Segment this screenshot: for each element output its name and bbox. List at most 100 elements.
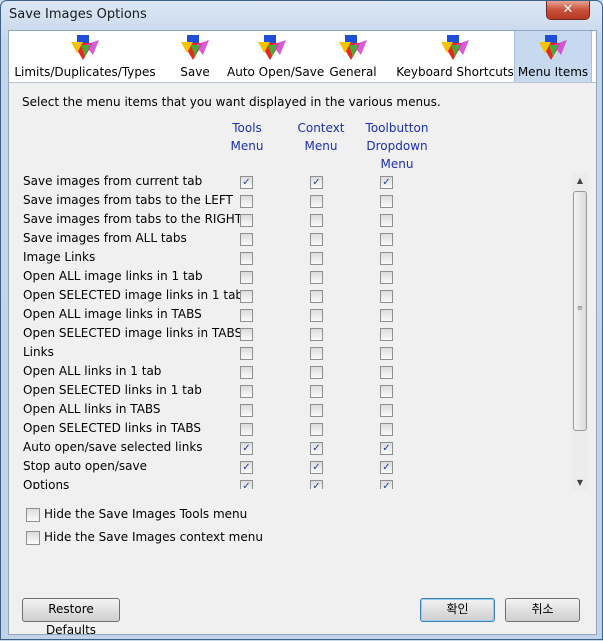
- save-images-icon: [536, 33, 570, 63]
- toolbutton-menu-checkbox[interactable]: [380, 195, 393, 208]
- column-header-line: Toolbutton: [365, 121, 429, 135]
- tools-menu-checkbox[interactable]: [240, 328, 253, 341]
- context-menu-checkbox[interactable]: ✓: [310, 176, 323, 189]
- context-menu-checkbox[interactable]: [310, 309, 323, 322]
- column-header-line: Menu: [304, 139, 338, 153]
- tab-auto-open-save[interactable]: Auto Open/Save: [227, 31, 324, 82]
- menu-item-label: Links: [23, 345, 54, 359]
- toolbutton-menu-checkbox[interactable]: [380, 328, 393, 341]
- tools-menu-checkbox[interactable]: [240, 404, 253, 417]
- toolbutton-menu-checkbox[interactable]: [380, 404, 393, 417]
- context-menu-checkbox[interactable]: [310, 271, 323, 284]
- tools-menu-checkbox[interactable]: [240, 309, 253, 322]
- toolbutton-menu-checkbox[interactable]: [380, 347, 393, 360]
- hide-context-menu-checkbox[interactable]: [26, 531, 40, 545]
- tools-menu-checkbox[interactable]: [240, 366, 253, 379]
- tools-menu-checkbox[interactable]: [240, 423, 253, 436]
- menu-item-row: Open ALL image links in 1 tab: [22, 267, 572, 286]
- grip-icon: ≡: [577, 304, 583, 312]
- toolbutton-menu-checkbox[interactable]: ✓: [380, 176, 393, 189]
- tools-menu-checkbox[interactable]: [240, 347, 253, 360]
- toolbutton-menu-checkbox[interactable]: [380, 366, 393, 379]
- context-menu-checkbox[interactable]: ✓: [310, 480, 323, 489]
- tools-menu-checkbox[interactable]: [240, 233, 253, 246]
- menu-item-row: Open SELECTED image links in 1 tab: [22, 286, 572, 305]
- cancel-button[interactable]: 취소: [505, 598, 580, 622]
- tab-limits-duplicates-types[interactable]: Limits/Duplicates/Types: [14, 31, 156, 82]
- tools-menu-checkbox[interactable]: ✓: [240, 176, 253, 189]
- menu-item-row: Open ALL links in 1 tab: [22, 362, 572, 381]
- menu-item-label: Auto open/save selected links: [23, 440, 203, 454]
- menu-item-row: Image Links: [22, 248, 572, 267]
- menu-item-label: Save images from ALL tabs: [23, 231, 187, 245]
- close-button[interactable]: ✕: [546, 1, 590, 20]
- menu-items-panel: Select the menu items that you want disp…: [9, 83, 596, 637]
- context-menu-checkbox[interactable]: [310, 214, 323, 227]
- tab-save[interactable]: Save: [163, 31, 227, 82]
- menu-item-label: Save images from current tab: [23, 174, 203, 188]
- toolbutton-menu-checkbox[interactable]: [380, 385, 393, 398]
- tools-menu-checkbox[interactable]: [240, 195, 253, 208]
- scroll-up-icon[interactable]: ▲: [572, 173, 588, 188]
- tab-general[interactable]: General: [319, 31, 387, 82]
- tools-menu-checkbox[interactable]: ✓: [240, 442, 253, 455]
- menu-item-row: Open SELECTED links in 1 tab: [22, 381, 572, 400]
- column-header-line: Menu: [380, 157, 414, 171]
- options-window: Save Images Options ✕ Limits/Duplicates/…: [0, 0, 603, 640]
- context-menu-checkbox[interactable]: [310, 290, 323, 303]
- toolbutton-menu-checkbox[interactable]: [380, 290, 393, 303]
- tools-menu-checkbox[interactable]: [240, 214, 253, 227]
- tab-label: Limits/Duplicates/Types: [14, 65, 156, 79]
- menu-items-list: Save images from current tab ✓ ✓ ✓ Save imag…: [22, 172, 583, 489]
- menu-item-label: Open SELECTED links in TABS: [23, 421, 201, 435]
- save-images-icon: [438, 33, 472, 63]
- toolbutton-menu-checkbox[interactable]: [380, 233, 393, 246]
- context-menu-checkbox[interactable]: [310, 423, 323, 436]
- tab-label: Keyboard Shortcuts: [396, 65, 514, 79]
- toolbutton-menu-checkbox[interactable]: [380, 252, 393, 265]
- toolbutton-menu-checkbox[interactable]: ✓: [380, 442, 393, 455]
- column-header-line: Context: [297, 121, 345, 135]
- context-menu-checkbox[interactable]: [310, 252, 323, 265]
- restore-defaults-button[interactable]: Restore Defaults: [22, 598, 120, 637]
- tab-menu-items[interactable]: Menu Items: [514, 31, 592, 82]
- context-menu-checkbox[interactable]: [310, 233, 323, 246]
- hide-tools-menu-label: Hide the Save Images Tools menu: [44, 507, 248, 521]
- scrollbar-thumb[interactable]: ≡: [573, 191, 587, 431]
- context-menu-checkbox[interactable]: ✓: [310, 461, 323, 474]
- column-header-tools: Tools Menu: [221, 119, 273, 155]
- tools-menu-checkbox[interactable]: ✓: [240, 480, 253, 489]
- menu-item-label: Open ALL links in 1 tab: [23, 364, 162, 378]
- tools-menu-checkbox[interactable]: [240, 385, 253, 398]
- menu-item-label: Open SELECTED image links in TABS: [23, 326, 243, 340]
- scroll-down-icon[interactable]: ▼: [572, 475, 588, 490]
- toolbutton-menu-checkbox[interactable]: [380, 271, 393, 284]
- hide-tools-menu-checkbox[interactable]: [26, 508, 40, 522]
- toolbutton-menu-checkbox[interactable]: [380, 309, 393, 322]
- context-menu-checkbox[interactable]: [310, 328, 323, 341]
- save-images-icon: [68, 33, 102, 63]
- context-menu-checkbox[interactable]: ✓: [310, 442, 323, 455]
- context-menu-checkbox[interactable]: [310, 366, 323, 379]
- toolbutton-menu-checkbox[interactable]: ✓: [380, 461, 393, 474]
- context-menu-checkbox[interactable]: [310, 195, 323, 208]
- context-menu-checkbox[interactable]: [310, 385, 323, 398]
- intro-text: Select the menu items that you want disp…: [22, 95, 441, 109]
- tools-menu-checkbox[interactable]: [240, 252, 253, 265]
- tools-menu-checkbox[interactable]: ✓: [240, 461, 253, 474]
- vertical-scrollbar[interactable]: ▲ ≡ ▼: [572, 173, 588, 490]
- tools-menu-checkbox[interactable]: [240, 290, 253, 303]
- tab-keyboard-shortcuts[interactable]: Keyboard Shortcuts: [391, 31, 519, 82]
- toolbutton-menu-checkbox[interactable]: [380, 423, 393, 436]
- column-header-context: Context Menu: [291, 119, 351, 155]
- menu-item-row: Options ✓ ✓ ✓: [22, 476, 572, 489]
- ok-button[interactable]: 확인: [420, 598, 495, 622]
- column-header-line: Dropdown: [366, 139, 428, 153]
- tools-menu-checkbox[interactable]: [240, 271, 253, 284]
- toolbutton-menu-checkbox[interactable]: ✓: [380, 480, 393, 489]
- toolbutton-menu-checkbox[interactable]: [380, 214, 393, 227]
- context-menu-checkbox[interactable]: [310, 404, 323, 417]
- menu-item-row: Open SELECTED links in TABS: [22, 419, 572, 438]
- context-menu-checkbox[interactable]: [310, 347, 323, 360]
- menu-item-label: Save images from tabs to the LEFT: [23, 193, 233, 207]
